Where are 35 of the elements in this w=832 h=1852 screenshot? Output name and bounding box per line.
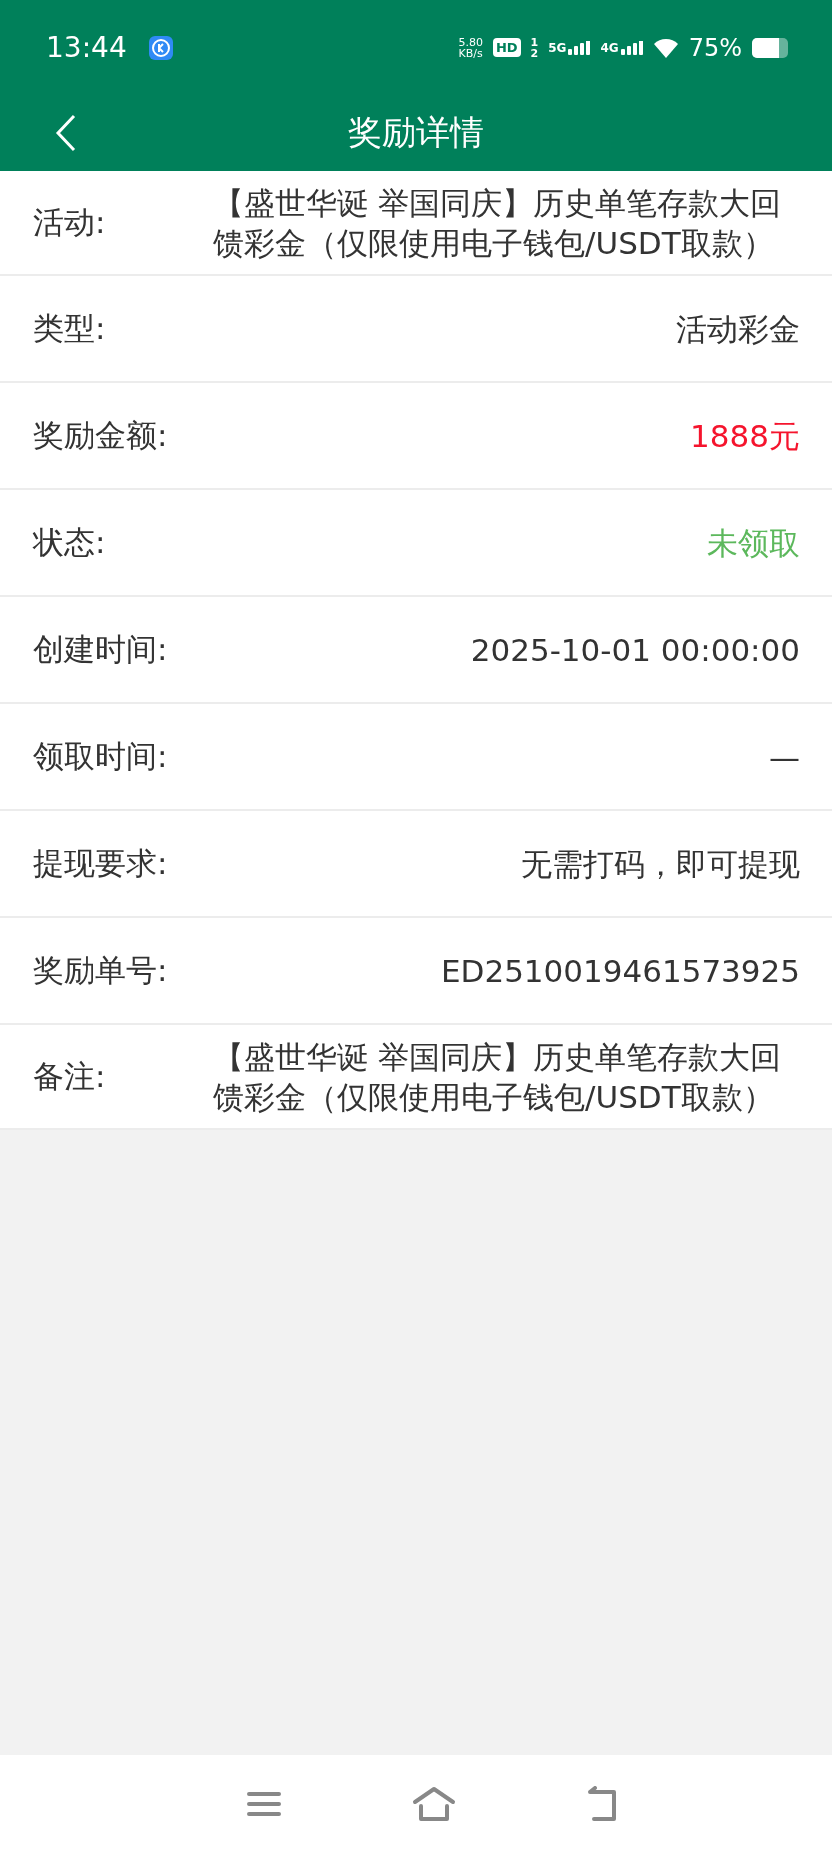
signal-icon	[568, 40, 591, 55]
field-value: 活动彩金	[675, 309, 800, 349]
field-value: ED2510019461573925	[439, 951, 800, 991]
field-label: 活动:	[33, 202, 107, 242]
hd-sim-index: 2	[530, 47, 539, 59]
field-label: 奖励金额:	[33, 415, 169, 455]
field-label: 奖励单号:	[33, 950, 169, 990]
home-button[interactable]	[412, 1785, 456, 1822]
field-value: 【盛世华诞 举国同庆】历史单笔存款大回馈彩金（仅限使用电子钱包/USDT取款）	[213, 1037, 782, 1117]
field-value: 无需打码，即可提现	[520, 844, 800, 884]
net-speed-unit: KB/s	[458, 47, 483, 59]
network-type: 5G	[548, 40, 567, 55]
network-type: 4G	[600, 40, 619, 55]
field-value: 2025-10-01 00:00:00	[469, 630, 800, 670]
net-speed: 5.80	[458, 36, 483, 48]
status-time: 13:44	[46, 31, 127, 64]
wifi-icon	[652, 36, 679, 59]
field-value: —	[768, 737, 800, 777]
field-label: 状态:	[33, 522, 107, 562]
hd-sim-index: 1	[530, 36, 539, 48]
field-label: 领取时间:	[33, 736, 169, 776]
field-label: 备注:	[33, 1056, 107, 1096]
battery-percent: 75%	[688, 33, 742, 62]
field-label: 创建时间:	[33, 629, 169, 669]
menu-button[interactable]	[246, 1789, 282, 1818]
hd-badge: HD	[492, 38, 521, 57]
page-title: 奖励详情	[348, 111, 484, 154]
field-label: 提现要求:	[33, 843, 169, 883]
field-value: 【盛世华诞 举国同庆】历史单笔存款大回馈彩金（仅限使用电子钱包/USDT取款）	[213, 183, 782, 263]
app-notification-icon	[148, 35, 173, 60]
signal-icon	[620, 40, 643, 55]
field-value: 1888元	[689, 416, 800, 456]
battery-icon	[752, 37, 788, 58]
field-value: 未领取	[706, 523, 800, 563]
field-label: 类型:	[33, 308, 107, 348]
